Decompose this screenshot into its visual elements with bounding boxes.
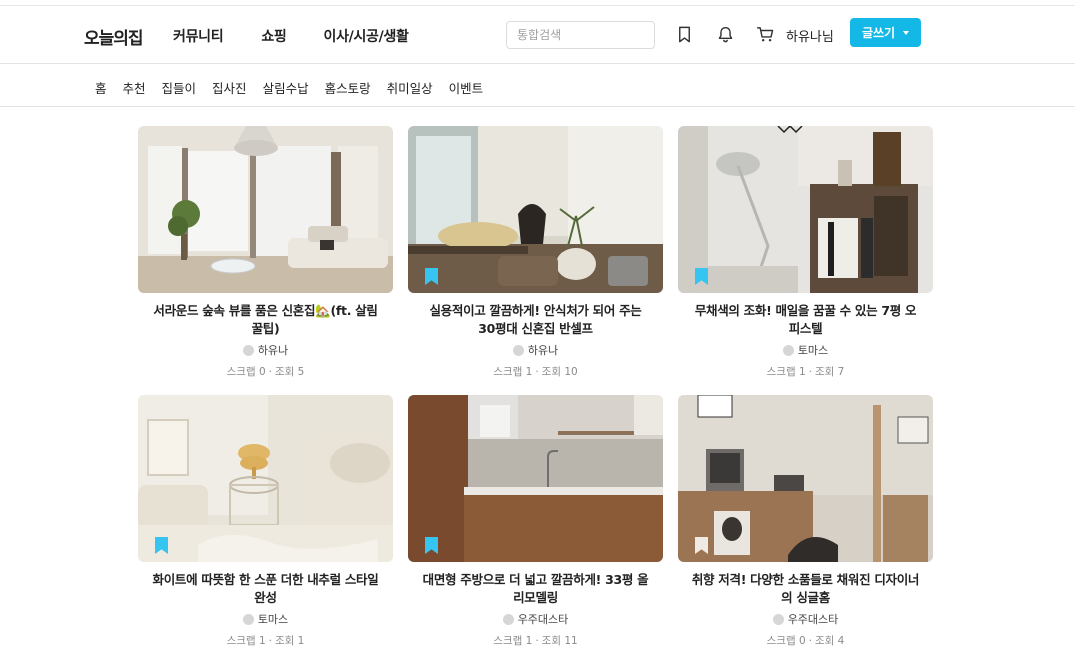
bell-icon[interactable] — [714, 22, 736, 46]
post-thumbnail[interactable] — [138, 126, 393, 293]
write-button-label: 글쓰기 — [861, 26, 896, 40]
bookmark-badge-icon[interactable] — [425, 268, 438, 285]
bookmark-badge-icon[interactable] — [695, 537, 708, 554]
post-stats: 스크랩 1 · 조회 11 — [493, 635, 578, 647]
post-thumbnail[interactable] — [678, 126, 933, 293]
post-author[interactable]: 토마스 — [678, 343, 933, 357]
housewarming-grid: 서라운드 숲속 뷰를 품은 신혼집🏡(ft. 살림 꿀팁) 하유나 스크랩 0 ·… — [138, 126, 938, 647]
avatar — [512, 344, 524, 356]
bookmark-badge-icon[interactable] — [695, 268, 708, 285]
avatar — [242, 613, 254, 625]
avatar — [782, 344, 794, 356]
post-stats: 스크랩 1 · 조회 1 — [226, 635, 305, 647]
subnav-housewarming[interactable]: 집들이 — [162, 78, 197, 97]
subnav-hobby[interactable]: 취미일상 — [387, 78, 433, 97]
post-author[interactable]: 우주대스타 — [408, 612, 663, 626]
avatar — [502, 613, 514, 625]
subnav-events[interactable]: 이벤트 — [449, 78, 484, 97]
post-title[interactable]: 화이트에 따뜻함 한 스푼 더한 내추럴 스타일 완성 — [138, 571, 393, 607]
search-input[interactable] — [507, 22, 654, 48]
post-thumbnail[interactable] — [678, 395, 933, 562]
main-nav: 커뮤니티 쇼핑 이사/시공/생활 — [173, 26, 447, 46]
post-card[interactable]: 실용적이고 깔끔하게! 안식처가 되어 주는 30평대 신혼집 반셀프 하유나 … — [408, 126, 663, 378]
post-author[interactable]: 우주대스타 — [678, 612, 933, 626]
subnav-storage[interactable]: 살림수납 — [263, 78, 309, 97]
bookmark-icon[interactable] — [673, 22, 695, 46]
post-card[interactable]: 무채색의 조화! 매일을 꿈꿀 수 있는 7평 오피스텔 토마스 스크랩 1 · 조… — [678, 126, 933, 378]
post-author[interactable]: 토마스 — [138, 612, 393, 626]
post-title[interactable]: 서라운드 숲속 뷰를 품은 신혼집🏡(ft. 살림 꿀팁) — [138, 302, 393, 338]
author-name: 토마스 — [257, 613, 289, 626]
write-button[interactable]: 글쓰기 — [850, 18, 921, 47]
caret-down-icon — [903, 31, 910, 35]
post-stats: 스크랩 0 · 조회 4 — [766, 635, 845, 647]
post-card[interactable]: 화이트에 따뜻함 한 스푼 더한 내추럴 스타일 완성 토마스 스크랩 1 · 조회… — [138, 395, 393, 647]
subnav-home-restaurant[interactable]: 홈스토랑 — [325, 78, 371, 97]
author-name: 토마스 — [797, 344, 829, 357]
post-title[interactable]: 취향 저격! 다양한 소품들로 채워진 디자이너의 싱글홈 — [678, 571, 933, 607]
bookmark-badge-icon[interactable] — [155, 537, 168, 554]
post-card[interactable]: 서라운드 숲속 뷰를 품은 신혼집🏡(ft. 살림 꿀팁) 하유나 스크랩 0 ·… — [138, 126, 393, 378]
post-title[interactable]: 실용적이고 깔끔하게! 안식처가 되어 주는 30평대 신혼집 반셀프 — [408, 302, 663, 338]
author-name: 하유나 — [257, 344, 289, 357]
author-name: 우주대스타 — [517, 613, 569, 626]
post-stats: 스크랩 1 · 조회 7 — [766, 366, 845, 378]
post-title[interactable]: 무채색의 조화! 매일을 꿈꿀 수 있는 7평 오피스텔 — [678, 302, 933, 338]
post-thumbnail[interactable] — [408, 126, 663, 293]
post-thumbnail[interactable] — [408, 395, 663, 562]
search-box — [506, 21, 655, 49]
global-header: 오늘의집 커뮤니티 쇼핑 이사/시공/생활 하유나님 글쓰기 — [0, 6, 1075, 64]
subnav-recommend[interactable]: 추천 — [123, 78, 146, 97]
user-menu[interactable]: 하유나님 — [786, 26, 834, 45]
post-card[interactable]: 취향 저격! 다양한 소품들로 채워진 디자이너의 싱글홈 우주대스타 스크랩 … — [678, 395, 933, 647]
post-stats: 스크랩 0 · 조회 5 — [226, 366, 305, 378]
nav-moving-services[interactable]: 이사/시공/생활 — [324, 26, 409, 46]
community-subnav: 홈 추천 집들이 집사진 살림수납 홈스토랑 취미일상 이벤트 — [0, 65, 1075, 107]
post-stats: 스크랩 1 · 조회 10 — [493, 366, 578, 378]
subnav-home-photos[interactable]: 집사진 — [212, 78, 247, 97]
author-name: 우주대스타 — [787, 613, 839, 626]
post-card[interactable]: 대면형 주방으로 더 넓고 깔끔하게! 33평 올리모델링 우주대스타 스크랩 … — [408, 395, 663, 647]
subnav-home[interactable]: 홈 — [95, 78, 107, 97]
post-title[interactable]: 대면형 주방으로 더 넓고 깔끔하게! 33평 올리모델링 — [408, 571, 663, 607]
avatar — [242, 344, 254, 356]
nav-shopping[interactable]: 쇼핑 — [261, 26, 286, 46]
post-thumbnail[interactable] — [138, 395, 393, 562]
site-logo[interactable]: 오늘의집 — [84, 24, 144, 49]
nav-community[interactable]: 커뮤니티 — [173, 26, 224, 46]
post-author[interactable]: 하유나 — [408, 343, 663, 357]
author-name: 하유나 — [527, 344, 559, 357]
avatar — [772, 613, 784, 625]
bookmark-badge-icon[interactable] — [425, 537, 438, 554]
cart-icon[interactable] — [754, 22, 776, 46]
post-author[interactable]: 하유나 — [138, 343, 393, 357]
